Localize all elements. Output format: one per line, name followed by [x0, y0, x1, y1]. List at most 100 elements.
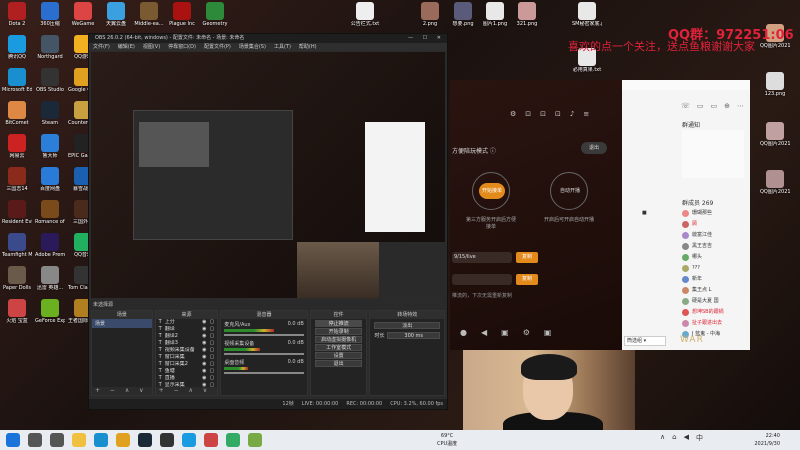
- desktop-file[interactable]: 想要.png: [448, 2, 478, 27]
- desktop-icon[interactable]: Dota 2: [2, 2, 32, 27]
- bell-icon[interactable]: ♪: [570, 110, 574, 118]
- volume-slider[interactable]: [224, 334, 304, 336]
- filter-dropdown[interactable]: 筒选组 ▾: [624, 336, 666, 346]
- settings-icon[interactable]: ⚙: [510, 110, 516, 118]
- eye-icon[interactable]: ◉: [202, 347, 206, 354]
- control-button[interactable]: 退出: [314, 360, 363, 367]
- source-item[interactable]: T 翻译2 ◉ ▢: [156, 333, 218, 340]
- source-item[interactable]: T 窗口采集2 ◉ ▢: [156, 361, 218, 368]
- source-item[interactable]: T 上分 ◉ ▢: [156, 319, 218, 326]
- start-order-button[interactable]: 开始接单: [479, 183, 505, 199]
- window-controls[interactable]: — ☐ ✕: [408, 34, 445, 43]
- eye-icon[interactable]: ◉: [202, 375, 206, 382]
- lock-icon[interactable]: ▢: [210, 375, 215, 382]
- desktop-file[interactable]: 公告栏式.txt: [350, 2, 380, 27]
- member-item[interactable]: 哪头: [682, 252, 750, 263]
- member-item[interactable]: 扯子跟进出去: [682, 318, 750, 329]
- desktop-icon[interactable]: Resident Evil Village: [2, 200, 32, 225]
- desktop-icon[interactable]: Middle-ea...: [134, 2, 164, 27]
- video-icon[interactable]: ▭: [697, 102, 704, 110]
- duration-input[interactable]: 300 ms: [387, 332, 440, 339]
- lock-icon[interactable]: ▢: [210, 333, 215, 340]
- start-order-circle[interactable]: 开始接单: [472, 172, 510, 210]
- desktop-icon[interactable]: Adobe Premiere...: [35, 233, 65, 258]
- screen-icon[interactable]: ▭: [711, 102, 718, 110]
- obs-menu-item[interactable]: 视图(V): [143, 43, 160, 51]
- desktop-icon[interactable]: 火焰 宝盒: [2, 299, 32, 324]
- search-taskbar-icon[interactable]: [28, 433, 42, 447]
- desktop-icon[interactable]: OBS Studio: [35, 68, 65, 93]
- source-item[interactable]: T 鱼塘 ◉ ▢: [156, 368, 218, 375]
- desktop-icon[interactable]: BitComet: [2, 101, 32, 126]
- desktop-icon[interactable]: Teamfight Manager: [2, 233, 32, 258]
- app3-taskbar-icon[interactable]: [248, 433, 262, 447]
- lock-icon[interactable]: ▢: [210, 368, 215, 375]
- member-item[interactable]: 顾: [682, 219, 750, 230]
- chrome-taskbar-icon[interactable]: [116, 433, 130, 447]
- sources-footer[interactable]: + − ∧ ∨: [155, 387, 218, 395]
- gear-icon[interactable]: ⚙: [523, 328, 530, 337]
- member-item[interactable]: 集王点 L: [682, 285, 750, 296]
- explorer-taskbar-icon[interactable]: [72, 433, 86, 447]
- menu-icon[interactable]: ≡: [583, 110, 589, 118]
- obs-menu-item[interactable]: 场景集合(S): [239, 43, 266, 51]
- speaker-icon[interactable]: ◀: [481, 328, 487, 337]
- desktop-icon[interactable]: GeForce Experience: [35, 299, 65, 324]
- desktop-icon[interactable]: 迅雷 英雄...: [35, 266, 65, 291]
- lock-icon[interactable]: ▢: [210, 319, 215, 326]
- obs-menu-item[interactable]: 工具(T): [274, 43, 291, 51]
- obs-menu-item[interactable]: 停靠窗口(D): [168, 43, 196, 51]
- more-icon[interactable]: ▣: [544, 328, 552, 337]
- desktop-icon[interactable]: Plague Inc: [167, 2, 197, 27]
- stream-key-input[interactable]: [452, 274, 512, 285]
- control-button[interactable]: 停止推流: [314, 320, 363, 327]
- desktop-file[interactable]: 2.png: [415, 2, 445, 27]
- control-button[interactable]: 启动虚拟摄像机: [314, 336, 363, 343]
- desktop-icon[interactable]: Paper Dolls: [2, 266, 32, 291]
- eye-icon[interactable]: ◉: [202, 333, 206, 340]
- app1-taskbar-icon[interactable]: [204, 433, 218, 447]
- obs-menu-item[interactable]: 文件(F): [93, 43, 110, 51]
- ime-icon[interactable]: 中: [696, 433, 703, 443]
- lock-icon[interactable]: ▢: [210, 326, 215, 333]
- eye-icon[interactable]: ◉: [202, 354, 206, 361]
- phone-icon[interactable]: ☏: [681, 102, 690, 110]
- member-item[interactable]: ???: [682, 263, 750, 274]
- source-item[interactable]: T 直播 ◉ ▢: [156, 375, 218, 382]
- desktop-icon[interactable]: 天翼云盘: [101, 2, 131, 27]
- control-button[interactable]: 工作室模式: [314, 344, 363, 351]
- add-member-icon[interactable]: ⊕: [724, 102, 730, 110]
- desktop-icon[interactable]: 网易云: [2, 134, 32, 159]
- eye-icon[interactable]: ◉: [202, 319, 206, 326]
- member-item[interactable]: 珊瑚那些: [682, 208, 750, 219]
- member-item[interactable]: 想坤SB的跟锅: [682, 307, 750, 318]
- task-view-taskbar-icon[interactable]: [50, 433, 64, 447]
- obs-menu-item[interactable]: 配置文件(P): [204, 43, 231, 51]
- desktop-icon[interactable]: Geometry: [200, 2, 230, 27]
- volume-slider[interactable]: [224, 353, 304, 355]
- lock-icon[interactable]: ▢: [210, 361, 215, 368]
- desktop-icon[interactable]: 360压缩: [35, 2, 65, 27]
- mic-icon[interactable]: ●: [460, 328, 467, 337]
- exit-button[interactable]: 退出: [581, 142, 607, 154]
- auto-live-button[interactable]: 自动开播: [557, 183, 583, 199]
- member-item[interactable]: 新年: [682, 274, 750, 285]
- lock3-icon[interactable]: ⊡: [555, 110, 561, 118]
- tray-arrow-icon[interactable]: ∧: [660, 433, 665, 443]
- auto-live-circle[interactable]: 自动开播: [550, 172, 588, 210]
- control-button[interactable]: 开始录制: [314, 328, 363, 335]
- source-item[interactable]: T 窗口采集 ◉ ▢: [156, 354, 218, 361]
- camera-icon[interactable]: ▣: [501, 328, 509, 337]
- lock-icon[interactable]: ▢: [210, 340, 215, 347]
- edge-taskbar-icon[interactable]: [94, 433, 108, 447]
- lock-icon[interactable]: ▢: [210, 347, 215, 354]
- scenes-footer[interactable]: + − ∧ ∨: [92, 387, 152, 395]
- eye-icon[interactable]: ◉: [202, 368, 206, 375]
- lock-icon[interactable]: ▢: [210, 354, 215, 361]
- desktop-file[interactable]: 图片1.png: [480, 2, 510, 27]
- obs-taskbar-icon[interactable]: [160, 433, 174, 447]
- desktop-file[interactable]: 321.png: [512, 2, 542, 27]
- desktop-file[interactable]: 123.png: [760, 72, 790, 97]
- more-icon[interactable]: ⋯: [737, 102, 744, 110]
- member-item[interactable]: 啟富江佳: [682, 230, 750, 241]
